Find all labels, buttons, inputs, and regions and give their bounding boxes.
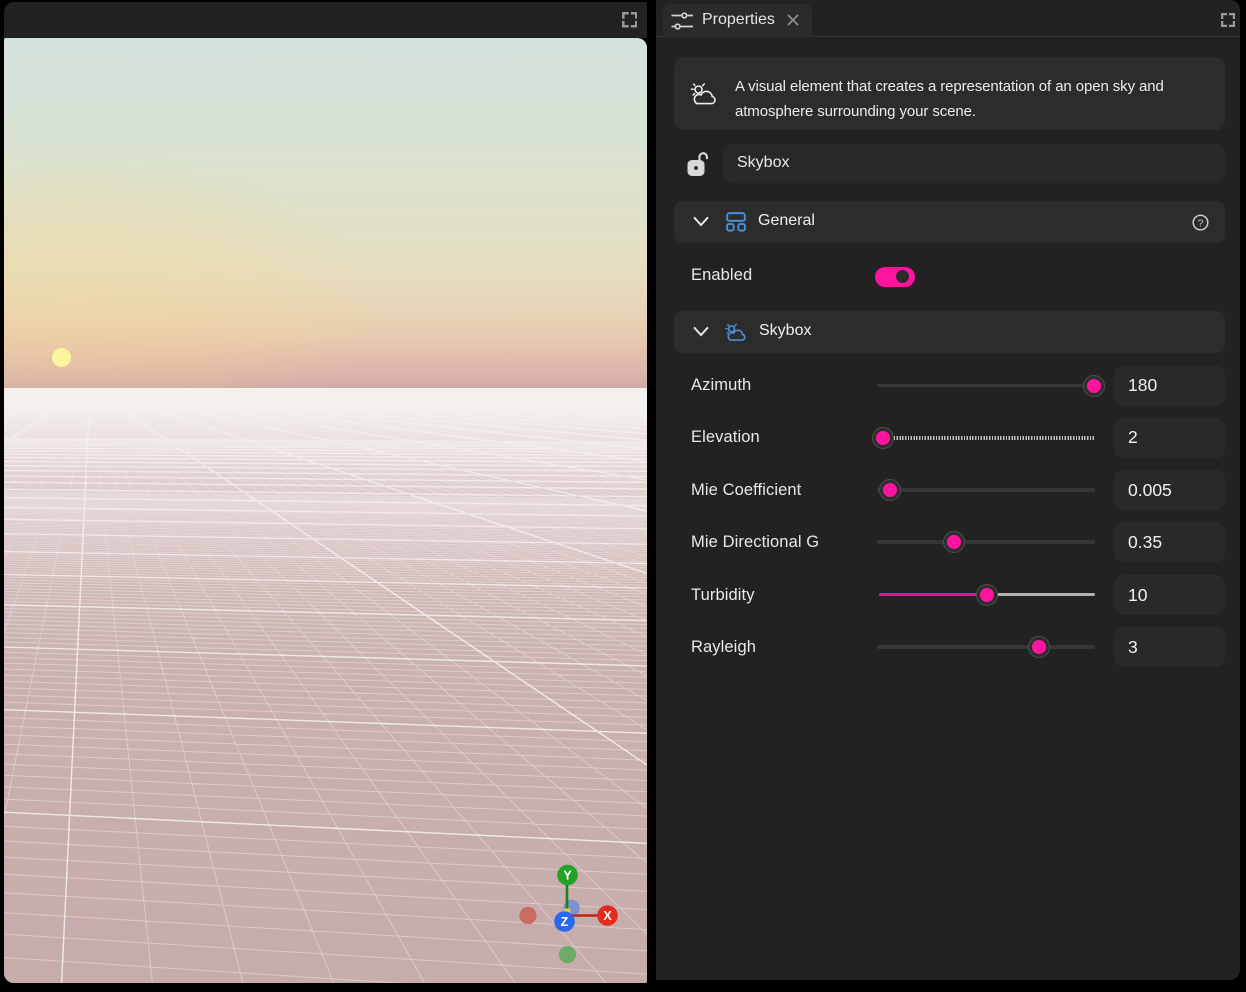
svg-text:Z: Z bbox=[561, 915, 569, 929]
svg-text:?: ? bbox=[1198, 217, 1204, 229]
svg-text:Y: Y bbox=[563, 868, 572, 882]
svg-text:X: X bbox=[603, 909, 612, 923]
